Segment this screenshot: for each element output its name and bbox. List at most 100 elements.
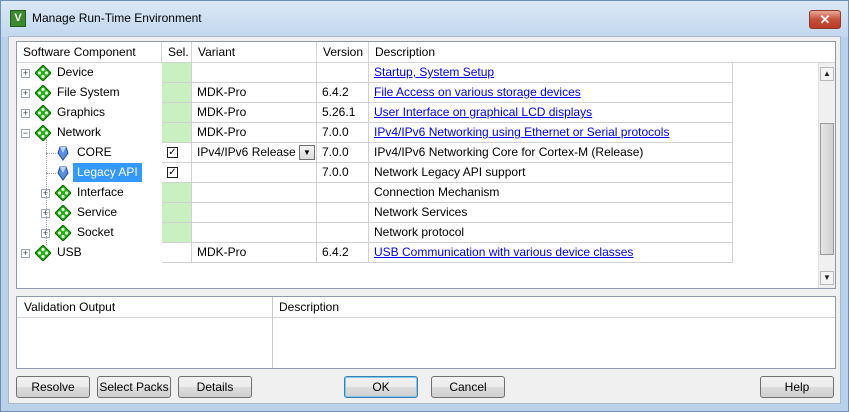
- close-button[interactable]: ✕: [809, 10, 841, 29]
- description-text[interactable]: USB Communication with various device cl…: [374, 245, 633, 259]
- version-cell: [317, 63, 369, 83]
- expand-icon[interactable]: +: [21, 69, 30, 78]
- variant-cell: [192, 203, 317, 223]
- version-cell: 6.4.2: [317, 83, 369, 103]
- variant-label: MDK-Pro: [197, 85, 247, 99]
- component-label: CORE: [77, 145, 112, 159]
- description-link[interactable]: IPv4/IPv6 Networking using Ethernet or S…: [369, 123, 733, 143]
- variant-cell: [192, 183, 317, 203]
- description-text: Network Legacy API support: [374, 165, 526, 179]
- component-cell[interactable]: Legacy API: [17, 163, 162, 183]
- window-title: Manage Run-Time Environment: [32, 11, 202, 25]
- component-cell[interactable]: + Interface: [17, 183, 162, 203]
- version-cell: [317, 183, 369, 203]
- column-header-component[interactable]: Software Component: [17, 42, 162, 63]
- component-cell[interactable]: + File System: [17, 83, 162, 103]
- variant-label: MDK-Pro: [197, 245, 247, 259]
- description-link[interactable]: User Interface on graphical LCD displays: [369, 103, 733, 123]
- dropdown-arrow-icon[interactable]: ▼: [299, 145, 315, 160]
- table-row[interactable]: + Graphics MDK-Pro 5.26.1 User Interface on …: [17, 103, 817, 123]
- table-row[interactable]: + USB MDK-Pro 6.4.2 USB Communication with v…: [17, 243, 817, 263]
- version-cell: 6.4.2: [317, 243, 369, 263]
- column-header-sel[interactable]: Sel.: [162, 42, 192, 63]
- validation-description-header[interactable]: Description: [272, 297, 835, 318]
- collapse-icon[interactable]: −: [21, 129, 30, 138]
- scroll-thumb[interactable]: [820, 123, 834, 255]
- variant-label: MDK-Pro: [197, 105, 247, 119]
- select-cell[interactable]: [162, 203, 192, 223]
- select-checkbox[interactable]: ✓: [167, 147, 178, 158]
- green-diamond-icon: [34, 64, 52, 82]
- blue-gem-icon: [55, 165, 71, 181]
- component-cell[interactable]: + Device: [17, 63, 162, 83]
- green-diamond-icon: [54, 204, 72, 222]
- table-row[interactable]: Legacy API ✓ 7.0.0 Network Legacy API suppo…: [17, 163, 817, 183]
- select-cell[interactable]: [162, 63, 192, 83]
- details-button[interactable]: Details: [178, 376, 252, 398]
- select-cell[interactable]: [162, 223, 192, 243]
- scroll-up-arrow-icon[interactable]: ▲: [820, 67, 834, 81]
- resolve-button[interactable]: Resolve: [16, 376, 90, 398]
- cancel-button[interactable]: Cancel: [431, 376, 505, 398]
- help-button[interactable]: Help: [760, 376, 834, 398]
- description-cell: Network Services: [369, 203, 733, 223]
- column-header-version[interactable]: Version: [317, 42, 369, 63]
- variant-cell: [192, 63, 317, 83]
- select-cell[interactable]: [162, 83, 192, 103]
- table-row[interactable]: + Device Startup, System Setup: [17, 63, 817, 83]
- description-text: Connection Mechanism: [374, 185, 500, 199]
- dialog-window: V Manage Run-Time Environment ✕ Software…: [0, 0, 849, 412]
- ok-button[interactable]: OK: [344, 376, 418, 398]
- column-header-variant[interactable]: Variant: [192, 42, 317, 63]
- description-text[interactable]: IPv4/IPv6 Networking using Ethernet or S…: [374, 125, 669, 139]
- scroll-down-arrow-icon[interactable]: ▼: [820, 271, 834, 285]
- title-bar[interactable]: V Manage Run-Time Environment ✕: [1, 1, 848, 37]
- expand-icon[interactable]: +: [21, 249, 30, 258]
- expand-icon[interactable]: +: [21, 89, 30, 98]
- description-link[interactable]: File Access on various storage devices: [369, 83, 733, 103]
- select-cell[interactable]: ✓: [162, 143, 192, 163]
- vertical-scrollbar[interactable]: ▲ ▼: [818, 63, 835, 288]
- component-cell[interactable]: + Graphics: [17, 103, 162, 123]
- select-cell[interactable]: [162, 123, 192, 143]
- table-row[interactable]: + File System MDK-Pro 6.4.2 File Access on v…: [17, 83, 817, 103]
- description-text[interactable]: User Interface on graphical LCD displays: [374, 105, 592, 119]
- select-packs-button[interactable]: Select Packs: [97, 376, 171, 398]
- table-row[interactable]: − Network MDK-Pro 7.0.0 IPv4/IPv6 Networking…: [17, 123, 817, 143]
- select-cell[interactable]: [162, 183, 192, 203]
- component-label: File System: [57, 85, 120, 99]
- table-row[interactable]: + Service Network Services: [17, 203, 817, 223]
- component-cell[interactable]: + USB: [17, 243, 162, 263]
- dialog-client-area: Software Component Sel. Variant Version …: [8, 36, 841, 404]
- description-text[interactable]: Startup, System Setup: [374, 65, 494, 79]
- validation-panel: Validation Output Description: [16, 296, 836, 369]
- table-row[interactable]: + Interface Connection Mechanism: [17, 183, 817, 203]
- component-cell[interactable]: − Network: [17, 123, 162, 143]
- select-cell[interactable]: [162, 243, 192, 263]
- component-cell[interactable]: + Service: [17, 203, 162, 223]
- variant-cell[interactable]: IPv4/IPv6 Release ▼: [192, 143, 317, 163]
- validation-output-header[interactable]: Validation Output: [17, 297, 272, 318]
- select-checkbox[interactable]: ✓: [167, 167, 178, 178]
- grid-header: Software Component Sel. Variant Version …: [17, 42, 835, 63]
- component-label: Socket: [77, 225, 114, 239]
- table-row[interactable]: + Socket Network protocol: [17, 223, 817, 243]
- version-cell: [317, 203, 369, 223]
- component-label: Interface: [77, 185, 124, 199]
- variant-label: IPv4/IPv6 Release: [197, 145, 296, 159]
- component-cell[interactable]: CORE: [17, 143, 162, 163]
- description-text[interactable]: File Access on various storage devices: [374, 85, 581, 99]
- table-row[interactable]: CORE ✓ IPv4/IPv6 Release ▼ 7.0.0 IPv4/IPv6 Ne…: [17, 143, 817, 163]
- select-cell[interactable]: ✓: [162, 163, 192, 183]
- variant-cell: [192, 163, 317, 183]
- description-link[interactable]: Startup, System Setup: [369, 63, 733, 83]
- column-header-description[interactable]: Description: [369, 42, 835, 63]
- component-label: Network: [57, 125, 102, 139]
- description-text: IPv4/IPv6 Networking Core for Cortex-M (…: [374, 145, 644, 159]
- description-link[interactable]: USB Communication with various device cl…: [369, 243, 733, 263]
- select-cell[interactable]: [162, 103, 192, 123]
- expand-icon[interactable]: +: [21, 109, 30, 118]
- component-cell[interactable]: + Socket: [17, 223, 162, 243]
- variant-cell: MDK-Pro: [192, 83, 317, 103]
- version-cell: 7.0.0: [317, 143, 369, 163]
